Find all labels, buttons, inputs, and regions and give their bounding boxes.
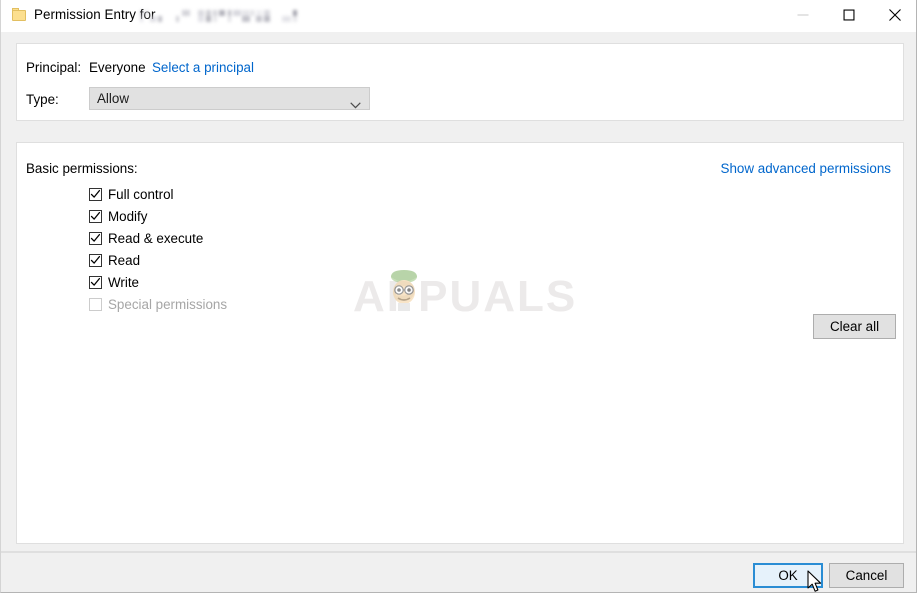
checkbox-checked-icon[interactable]	[89, 253, 102, 267]
permission-label: Full control	[108, 186, 174, 202]
permission-entry-dialog: Permission Entry for Principal: Everyone…	[0, 0, 917, 593]
type-dropdown-value: Allow	[97, 91, 129, 106]
cancel-button[interactable]: Cancel	[829, 563, 904, 588]
permission-row[interactable]: Read & execute	[89, 227, 509, 249]
permission-row[interactable]: Read	[89, 249, 509, 271]
checkbox-unchecked-icon	[89, 297, 102, 311]
minimize-button[interactable]	[780, 0, 826, 30]
permission-row[interactable]: Modify	[89, 205, 509, 227]
permission-label: Special permissions	[108, 296, 228, 312]
checkbox-checked-icon[interactable]	[89, 209, 102, 223]
basic-permissions-label: Basic permissions:	[26, 161, 138, 176]
permission-label: Write	[108, 274, 139, 290]
title-bar: Permission Entry for	[1, 0, 916, 32]
type-label: Type:	[26, 92, 59, 107]
maximize-button[interactable]	[826, 0, 872, 30]
checkbox-checked-icon[interactable]	[89, 231, 102, 245]
checkbox-checked-icon[interactable]	[89, 187, 102, 201]
redacted-object-name	[140, 9, 297, 24]
show-advanced-permissions-link[interactable]: Show advanced permissions	[721, 161, 891, 176]
principal-label: Principal:	[26, 60, 82, 75]
type-dropdown[interactable]: Allow	[89, 87, 370, 110]
permission-label: Read	[108, 252, 141, 268]
chevron-down-icon	[350, 96, 361, 109]
close-button[interactable]	[872, 0, 916, 30]
checkbox-checked-icon[interactable]	[89, 275, 102, 289]
window-title: Permission Entry for	[34, 7, 156, 22]
appuals-mascot-icon	[391, 270, 417, 311]
principal-value: Everyone	[89, 60, 146, 75]
permission-label: Modify	[108, 208, 148, 224]
folder-icon	[12, 8, 27, 21]
permission-label: Read & execute	[108, 230, 204, 246]
select-a-principal-link[interactable]: Select a principal	[152, 60, 254, 75]
permission-row[interactable]: Full control	[89, 183, 509, 205]
ok-button[interactable]: OK	[753, 563, 823, 588]
clear-all-button[interactable]: Clear all	[813, 314, 896, 339]
